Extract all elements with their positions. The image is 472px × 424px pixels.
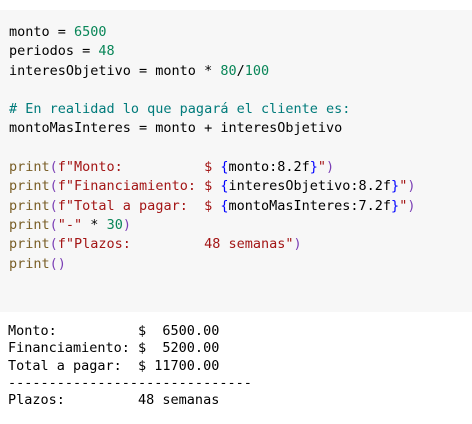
code-token-builtin: print <box>9 178 50 195</box>
code-token-paren: ( <box>49 236 58 253</box>
code-token-builtin: print <box>9 216 50 233</box>
code-line: periodos = 48 <box>9 42 415 61</box>
output-line: Monto: $ 6500.00 <box>8 323 220 339</box>
code-line: print(f"Total a pagar: $ {montoMasIntere… <box>9 197 415 216</box>
code-token-builtin: print <box>9 159 50 176</box>
code-token-paren: ) <box>407 178 416 195</box>
code-line: monto = 6500 <box>9 23 415 42</box>
output-line: Financiamiento: $ 5200.00 <box>8 340 220 357</box>
code-token-str: "-" <box>57 216 83 233</box>
code-line: print() <box>9 255 415 274</box>
code-token-num: 48 <box>98 43 115 60</box>
code-token-brace: } <box>309 159 318 176</box>
code-token-str: f"Total a pagar: $ <box>57 197 221 214</box>
code-token-op: monto = <box>9 24 75 40</box>
code-token-op: montoMasInteres:7.2f <box>228 197 392 214</box>
code-editor[interactable]: monto = 6500 periodos = 48 interesObjetivo… <box>9 23 415 274</box>
code-line: interesObjetivo = monto * 80/100 <box>9 62 415 81</box>
code-token-str: f"Financiamiento: $ <box>57 178 221 195</box>
code-token-paren: ) <box>293 236 302 253</box>
code-line: print(f"Plazos: 48 semanas") <box>9 235 415 254</box>
code-token-builtin: print <box>9 197 50 214</box>
code-token-paren: ( <box>49 178 58 195</box>
code-line: print("-" * 30) <box>9 216 415 235</box>
code-token-op: interesObjetivo:8.2f <box>228 178 392 195</box>
code-token-comment: # En realidad lo que pagará el cliente e… <box>9 101 351 118</box>
code-token-paren: ) <box>407 197 416 214</box>
code-token-num: 100 <box>244 62 270 79</box>
code-token-num: 30 <box>106 216 123 233</box>
code-token-builtin: print <box>9 255 50 272</box>
code-token-str: f"Plazos: 48 semanas" <box>57 236 294 253</box>
code-token-op: * <box>82 216 107 233</box>
code-token-brace: } <box>391 197 400 214</box>
code-token-paren: ) <box>122 216 131 233</box>
code-token-builtin: print <box>9 236 50 253</box>
code-token-paren: ) <box>326 159 335 176</box>
code-token-op: monto:8.2f <box>228 159 310 176</box>
code-line: montoMasInteres = monto + interesObjetiv… <box>9 119 415 138</box>
code-token-op: periodos = <box>9 43 99 60</box>
code-token-op: montoMasInteres = monto + interesObjetiv… <box>9 120 343 137</box>
code-token-paren: ( <box>49 159 58 176</box>
code-token-paren: ( <box>49 216 58 233</box>
code-line: # En realidad lo que pagará el cliente e… <box>9 100 415 119</box>
code-cell[interactable]: monto = 6500 periodos = 48 interesObjetivo… <box>0 10 472 312</box>
code-token-str: f"Monto: $ <box>57 159 221 176</box>
code-token-str: " <box>317 159 327 176</box>
code-line: print(f"Financiamiento: $ {interesObjeti… <box>9 177 415 196</box>
output-line: Plazos: 48 semanas <box>8 392 220 409</box>
output-line: Total a pagar: $ 11700.00 <box>8 357 220 374</box>
output-line: ------------------------------ <box>8 374 252 391</box>
code-token-brace: } <box>391 178 400 195</box>
code-token-paren: () <box>49 255 66 272</box>
code-token-op: / <box>236 62 245 79</box>
output-text: Monto: $ 6500.00 Financiamiento: $ 5200.0… <box>8 323 252 409</box>
code-token-paren: ( <box>49 197 58 214</box>
code-token-op: interesObjetivo = monto * <box>9 62 221 79</box>
code-token-num: 6500 <box>74 24 107 40</box>
code-line: print(f"Monto: $ {monto:8.2f}") <box>9 158 415 177</box>
code-token-num: 80 <box>220 62 237 79</box>
output-cell: Monto: $ 6500.00 Financiamiento: $ 5200.0… <box>0 318 472 424</box>
